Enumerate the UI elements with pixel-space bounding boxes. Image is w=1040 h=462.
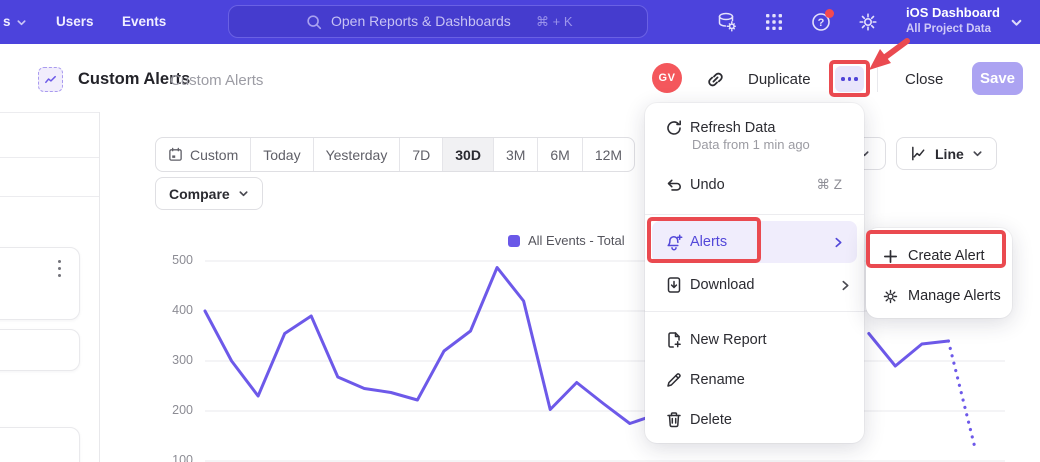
menu-item-new-report[interactable]: New Report xyxy=(645,322,864,358)
close-button[interactable]: Close xyxy=(905,71,943,88)
rename-pencil-icon xyxy=(665,371,683,389)
download-icon xyxy=(665,276,683,294)
range-option-7d[interactable]: 7D xyxy=(399,138,442,171)
share-link-icon[interactable] xyxy=(704,68,727,91)
chevron-down-icon xyxy=(16,17,27,28)
refresh-data-subtitle: Data from 1 min ago xyxy=(692,137,810,152)
gear-icon xyxy=(882,288,899,305)
calendar-icon xyxy=(168,147,183,162)
alerts-bell-icon xyxy=(665,233,683,251)
y-axis-tick: 400 xyxy=(148,303,193,317)
range-option-yesterday[interactable]: Yesterday xyxy=(313,138,400,171)
chevron-down-icon xyxy=(972,148,983,159)
y-axis-tick: 100 xyxy=(148,453,193,462)
search-icon xyxy=(305,13,323,31)
search-shortcut: ⌘ + K xyxy=(536,6,573,37)
line-chart-icon xyxy=(910,145,927,162)
refresh-icon xyxy=(665,119,683,137)
new-report-icon xyxy=(665,331,683,349)
search-placeholder: Open Reports & Dashboards xyxy=(331,6,511,37)
menu-divider xyxy=(645,214,864,215)
header-divider xyxy=(877,68,878,92)
submenu-item-manage-alerts[interactable]: Manage Alerts xyxy=(872,278,1006,314)
date-range-control: CustomTodayYesterday7D30D3M6M12M xyxy=(155,137,635,172)
chart-type-button[interactable]: Line xyxy=(896,137,997,170)
search-input[interactable]: Open Reports & Dashboards ⌘ + K xyxy=(228,5,648,38)
nav-item-boards-truncated[interactable]: s xyxy=(3,0,27,44)
plus-icon xyxy=(882,248,899,265)
save-button[interactable]: Save xyxy=(972,62,1023,95)
app-window: 100 200 300 400 500 All Events - Total s Use… xyxy=(0,0,1040,462)
svg-text:?: ? xyxy=(818,17,825,29)
nav-item-events[interactable]: Events xyxy=(122,0,166,44)
range-option-6m[interactable]: 6M xyxy=(537,138,581,171)
menu-divider xyxy=(645,311,864,312)
range-option-12m[interactable]: 12M xyxy=(582,138,634,171)
sidebar-divider xyxy=(99,112,100,462)
project-name[interactable]: iOS Dashboard xyxy=(906,5,1000,20)
range-option-30d[interactable]: 30D xyxy=(442,138,493,171)
undo-icon xyxy=(665,176,683,194)
project-scope: All Project Data xyxy=(906,23,991,35)
duplicate-button[interactable]: Duplicate xyxy=(748,71,811,88)
sidebar-row-divider xyxy=(0,196,99,197)
alerts-submenu: Create Alert Manage Alerts xyxy=(866,228,1012,318)
menu-item-download[interactable]: Download xyxy=(645,267,864,303)
avatar[interactable]: GV xyxy=(652,63,682,93)
menu-item-undo[interactable]: Undo ⌘ Z xyxy=(645,168,864,202)
range-option-3m[interactable]: 3M xyxy=(493,138,537,171)
chevron-right-icon xyxy=(833,237,844,248)
context-menu: Refresh Data Data from 1 min ago Undo ⌘ … xyxy=(645,103,864,443)
y-axis-tick: 500 xyxy=(148,253,193,267)
mini-line-chart-icon xyxy=(43,72,58,87)
notification-badge xyxy=(825,9,834,18)
legend-label: All Events - Total xyxy=(528,233,625,248)
nav-item-users[interactable]: Users xyxy=(56,0,94,44)
undo-shortcut: ⌘ Z xyxy=(817,177,843,193)
delete-trash-icon xyxy=(665,411,683,429)
chart-legend: All Events - Total xyxy=(508,233,625,248)
kebab-menu-icon[interactable] xyxy=(58,260,61,277)
submenu-item-create-alert[interactable]: Create Alert xyxy=(872,238,1006,274)
breadcrumb: Custom Alerts xyxy=(170,72,263,89)
top-navbar: s Users Events Open Reports & Dashboards… xyxy=(0,0,1040,44)
settings-gear-icon[interactable] xyxy=(857,11,879,33)
sidebar-row-divider xyxy=(0,157,99,158)
sidebar-row-divider xyxy=(0,112,99,113)
more-options-button[interactable] xyxy=(835,66,864,92)
sidebar-card[interactable] xyxy=(0,247,80,320)
menu-item-delete[interactable]: Delete xyxy=(645,402,864,438)
menu-item-alerts[interactable]: Alerts xyxy=(652,221,857,263)
report-type-icon xyxy=(38,67,63,92)
range-option-custom[interactable]: Custom xyxy=(156,138,250,171)
chevron-right-icon xyxy=(840,280,851,291)
apps-grid-icon[interactable] xyxy=(763,11,785,33)
range-option-today[interactable]: Today xyxy=(250,138,312,171)
y-axis-tick: 200 xyxy=(148,403,193,417)
chevron-down-icon[interactable] xyxy=(1010,16,1023,29)
sidebar-card[interactable] xyxy=(0,329,80,371)
y-axis-tick: 300 xyxy=(148,353,193,367)
legend-swatch xyxy=(508,235,520,247)
compare-button[interactable]: Compare xyxy=(155,177,263,210)
chevron-down-icon xyxy=(238,188,249,199)
sidebar-card[interactable] xyxy=(0,427,80,462)
menu-item-rename[interactable]: Rename xyxy=(645,362,864,398)
data-management-icon[interactable] xyxy=(716,11,738,33)
